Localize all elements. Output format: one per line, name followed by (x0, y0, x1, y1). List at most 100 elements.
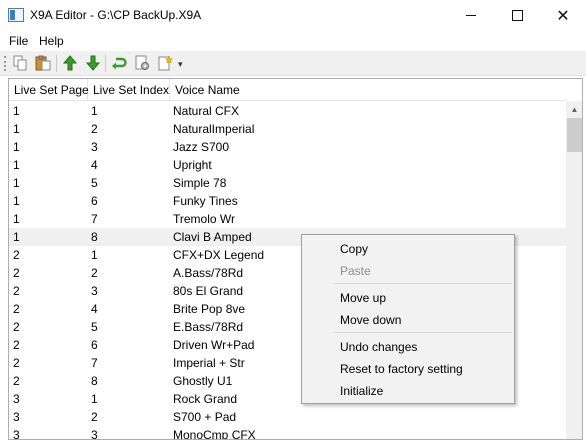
cell-live-set-index: 5 (91, 320, 98, 334)
copy-icon (13, 55, 27, 71)
move-down-icon (85, 55, 101, 71)
cell-live-set-index: 3 (91, 140, 98, 154)
cell-voice-name: Imperial + Str (173, 356, 245, 370)
cell-live-set-index: 1 (91, 104, 98, 118)
move-up-button[interactable] (60, 53, 80, 73)
cell-live-set-page: 1 (13, 212, 20, 226)
window-title: X9A Editor - G:\CP BackUp.X9A (30, 8, 202, 22)
cell-live-set-index: 1 (91, 248, 98, 262)
context-initialize[interactable]: Initialize (304, 380, 512, 402)
toolbar-grip[interactable] (4, 56, 7, 71)
cell-live-set-page: 2 (13, 338, 20, 352)
context-undo-changes[interactable]: Undo changes (304, 336, 512, 358)
column-header-live-set-page[interactable]: Live Set Page (9, 79, 89, 101)
cell-live-set-index: 1 (91, 392, 98, 406)
cell-live-set-page: 1 (13, 230, 20, 244)
undo-icon (112, 57, 127, 70)
cell-voice-name: Simple 78 (173, 176, 227, 190)
table-row[interactable]: 1 1 Natural CFX (9, 102, 566, 120)
cell-voice-name: Natural CFX (173, 104, 240, 118)
toolbar-separator (56, 55, 57, 72)
cell-live-set-index: 2 (91, 122, 98, 136)
cell-live-set-page: 2 (13, 266, 20, 280)
cell-voice-name: Driven Wr+Pad (173, 338, 255, 352)
context-separator (334, 283, 512, 284)
cell-live-set-page: 1 (13, 104, 20, 118)
undo-button[interactable] (109, 53, 129, 73)
paste-button[interactable] (33, 53, 53, 73)
title-bar: X9A Editor - G:\CP BackUp.X9A ✕ (0, 0, 586, 31)
minimize-button[interactable] (448, 0, 494, 31)
cell-live-set-index: 6 (91, 194, 98, 208)
table-row[interactable]: 1 3 Jazz S700 (9, 138, 566, 156)
cell-voice-name: Ghostly U1 (173, 374, 233, 388)
scrollbar-thumb[interactable] (567, 118, 582, 152)
context-move-down[interactable]: Move down (304, 309, 512, 331)
cell-live-set-page: 2 (13, 248, 20, 262)
cell-voice-name: Jazz S700 (173, 140, 230, 154)
table-row[interactable]: 1 7 Tremolo Wr (9, 210, 566, 228)
paste-icon (35, 55, 51, 71)
context-copy[interactable]: Copy (304, 238, 512, 260)
cell-voice-name: Upright (173, 158, 212, 172)
toolbar-overflow-icon[interactable]: ▾ (178, 59, 183, 70)
cell-voice-name: S700 + Pad (173, 410, 237, 424)
move-down-button[interactable] (83, 53, 103, 73)
app-icon (8, 8, 24, 22)
cell-voice-name: Brite Pop 8ve (173, 302, 246, 316)
menu-help[interactable]: Help (39, 34, 64, 48)
cell-live-set-page: 2 (13, 284, 20, 298)
close-icon: ✕ (556, 7, 570, 25)
table-row[interactable]: 1 4 Upright (9, 156, 566, 174)
vertical-scrollbar[interactable]: ▲ (566, 101, 582, 439)
context-separator (334, 332, 512, 333)
cell-live-set-index: 8 (91, 230, 98, 244)
reset-factory-icon (135, 55, 149, 70)
context-move-up[interactable]: Move up (304, 287, 512, 309)
cell-live-set-index: 4 (91, 302, 98, 316)
column-header-live-set-index[interactable]: Live Set Index (88, 79, 170, 101)
context-paste[interactable]: Paste (304, 260, 512, 282)
scroll-up-icon[interactable]: ▲ (566, 101, 582, 118)
copy-button[interactable] (10, 53, 30, 73)
cell-live-set-index: 2 (91, 410, 98, 424)
cell-live-set-index: 3 (91, 428, 98, 440)
column-header-voice-name[interactable]: Voice Name (170, 79, 566, 101)
table-row[interactable]: 1 6 Funky Tines (9, 192, 566, 210)
cell-voice-name: A.Bass/78Rd (173, 266, 244, 280)
toolbar: ▾ (0, 51, 586, 76)
close-button[interactable]: ✕ (540, 0, 586, 31)
cell-live-set-index: 2 (91, 266, 98, 280)
menu-file[interactable]: File (9, 34, 28, 48)
cell-live-set-index: 7 (91, 356, 98, 370)
maximize-button[interactable] (494, 0, 540, 31)
initialize-icon (158, 55, 173, 71)
cell-live-set-index: 6 (91, 338, 98, 352)
cell-voice-name: Funky Tines (173, 194, 238, 208)
cell-live-set-page: 1 (13, 176, 20, 190)
cell-live-set-page: 3 (13, 392, 20, 406)
context-menu: Copy Paste Move up Move down Undo change… (301, 234, 515, 404)
cell-voice-name: CFX+DX Legend (173, 248, 265, 262)
toolbar-separator (105, 55, 106, 72)
reset-factory-button[interactable] (132, 53, 152, 73)
cell-live-set-index: 7 (91, 212, 98, 226)
cell-live-set-index: 4 (91, 158, 98, 172)
cell-live-set-page: 3 (13, 410, 20, 424)
context-reset-factory[interactable]: Reset to factory setting (304, 358, 512, 380)
table-row[interactable]: 3 2 S700 + Pad (9, 408, 566, 426)
cell-voice-name: Rock Grand (173, 392, 238, 406)
table-row[interactable]: 1 2 NaturalImperial (9, 120, 566, 138)
cell-voice-name: Tremolo Wr (173, 212, 236, 226)
cell-live-set-page: 2 (13, 320, 20, 334)
table-row[interactable]: 1 5 Simple 78 (9, 174, 566, 192)
cell-live-set-page: 1 (13, 140, 20, 154)
cell-live-set-page: 2 (13, 356, 20, 370)
move-up-icon (62, 55, 78, 71)
minimize-icon (466, 15, 476, 16)
cell-voice-name: NaturalImperial (173, 122, 255, 136)
cell-live-set-page: 1 (13, 194, 20, 208)
table-row[interactable]: 3 3 MonoCmp CFX (9, 426, 566, 440)
cell-live-set-index: 3 (91, 284, 98, 298)
initialize-button[interactable] (155, 53, 175, 73)
